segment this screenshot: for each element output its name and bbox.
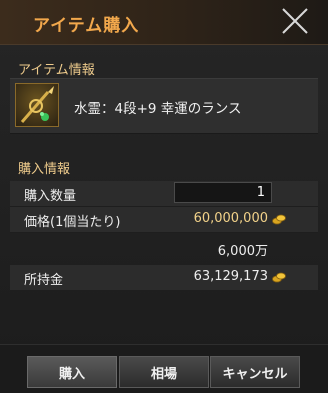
purchase-info-label: 購入情報 [18,162,71,177]
balance-row: 所持金 63,129,173 [10,265,318,291]
balance-value: 63,129,173 [193,269,268,284]
gold-coin-icon [272,214,286,225]
price-row: 価格(1個当たり) 60,000,000 [10,207,318,233]
quantity-input[interactable] [174,182,272,203]
price-short-row: 6,000万 [10,238,318,260]
dialog-title: アイテム購入 [33,16,140,36]
item-info-panel: 水霊：4段+9 幸運のランス [10,78,318,134]
item-info-label: アイテム情報 [18,63,95,78]
close-button[interactable] [280,6,310,36]
price-short-value: 6,000万 [217,244,268,259]
quantity-row: 購入数量 [10,181,318,207]
quantity-label: 購入数量 [24,189,77,204]
title-bar: アイテム購入 [0,0,328,45]
buy-button[interactable]: 購入 [27,356,117,388]
cancel-button[interactable]: キャンセル [210,356,300,388]
button-bar: 購入 相場 キャンセル [0,344,328,393]
price-label: 価格(1個当たり) [24,215,121,230]
gold-coin-icon [272,272,286,283]
item-name: 水霊：4段+9 幸運のランス [74,101,242,117]
close-icon [282,8,308,34]
lance-icon [20,86,54,123]
market-price-button[interactable]: 相場 [119,356,209,388]
balance-label: 所持金 [24,273,64,288]
purchase-dialog: アイテム購入 アイテム情報 水霊：4段+9 幸運のランス 購入情報 購入数量 価… [0,0,328,393]
lance-item-icon[interactable] [15,83,59,127]
price-value: 60,000,000 [193,211,268,226]
